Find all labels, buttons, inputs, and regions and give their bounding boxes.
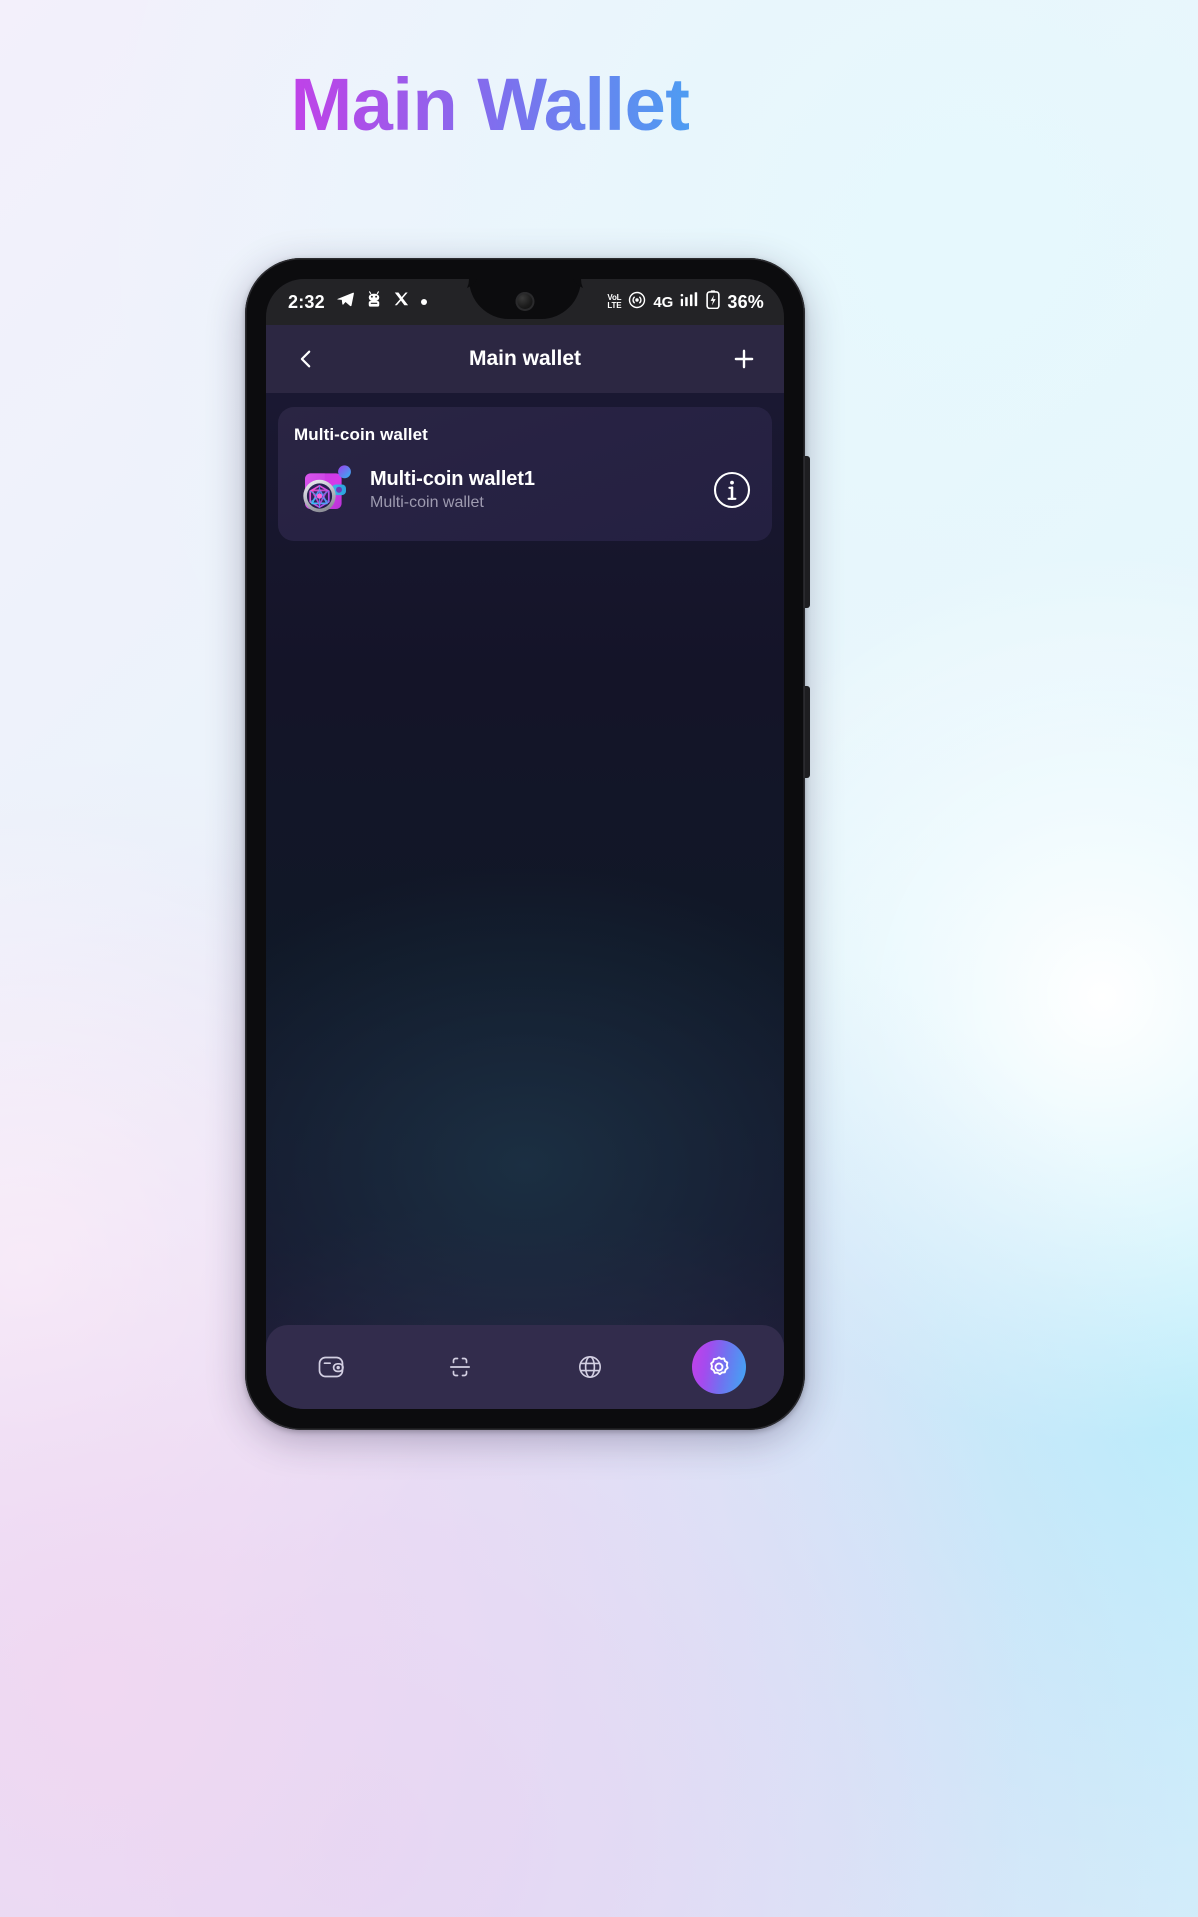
wallet-type-label: Multi-coin wallet	[370, 494, 484, 511]
phone-power-button[interactable]	[803, 686, 810, 778]
multi-coin-wallet-card: Multi-coin wallet Multi-coin wallet1 Mul…	[278, 407, 772, 541]
chevron-left-icon	[300, 350, 311, 368]
status-bar-right-group: VoL LTE 4G 36%	[607, 290, 764, 314]
scan-icon	[450, 1357, 471, 1377]
status-bar-left-group: 2:32	[288, 290, 427, 314]
notification-dot-icon	[420, 299, 427, 305]
phone-device-frame: 2:32 VoL LTE 4G 36% Main wallet Multi-co…	[245, 258, 810, 1430]
info-circle-icon	[713, 471, 751, 509]
status-bar-clock: 2:32	[288, 291, 325, 312]
nav-item-wallet[interactable]	[266, 1325, 396, 1409]
card-section-title: Multi-coin wallet	[294, 425, 428, 444]
nav-settings-active-badge	[692, 1340, 747, 1394]
signal-bars-icon	[680, 291, 699, 313]
wallet-info-button[interactable]	[712, 470, 752, 510]
network-type-label: 4G	[653, 293, 674, 311]
volte-bottom-label: LTE	[607, 301, 622, 310]
wallet-item-texts: Multi-coin wallet1 Multi-coin wallet	[370, 468, 698, 512]
battery-percent-label: 36%	[727, 291, 764, 312]
x-twitter-icon	[393, 291, 410, 313]
android-robot-icon	[366, 290, 382, 314]
back-button[interactable]	[286, 339, 326, 379]
hotspot-icon	[628, 291, 646, 314]
globe-icon	[578, 1356, 601, 1378]
wallet-list-item[interactable]: Multi-coin wallet1 Multi-coin wallet	[294, 459, 756, 525]
bottom-navigation-bar	[266, 1325, 784, 1409]
nav-item-browser[interactable]	[525, 1325, 655, 1409]
wallet-icon	[318, 1356, 344, 1378]
gear-icon	[710, 1356, 729, 1376]
volte-icon: VoL LTE	[607, 294, 621, 310]
multi-coin-wallet-avatar-icon	[294, 459, 356, 521]
phone-volume-button[interactable]	[803, 456, 810, 608]
phone-screen: 2:32 VoL LTE 4G 36% Main wallet Multi-co…	[266, 279, 784, 1409]
wallet-name-label: Multi-coin wallet1	[370, 468, 535, 490]
page-title: Main Wallet	[0, 62, 980, 147]
nav-item-scan[interactable]	[396, 1325, 526, 1409]
plus-icon	[734, 349, 754, 369]
app-bar: Main wallet	[266, 325, 784, 393]
app-bar-title: Main wallet	[468, 347, 582, 370]
telegram-icon	[336, 290, 355, 314]
status-bar: 2:32 VoL LTE 4G 36%	[266, 279, 784, 325]
battery-charging-icon	[706, 290, 721, 314]
wallet-list-screen: Multi-coin wallet Multi-coin wallet1 Mul…	[266, 393, 784, 1409]
add-wallet-button[interactable]	[724, 339, 764, 379]
front-camera-icon	[515, 292, 535, 311]
nav-item-settings[interactable]	[655, 1325, 785, 1409]
